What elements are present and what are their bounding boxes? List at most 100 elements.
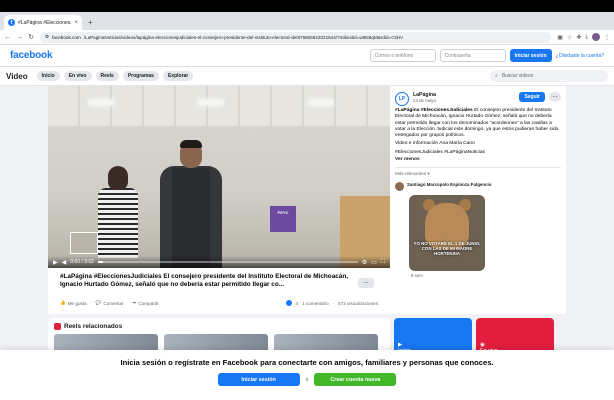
comment-sort-dropdown[interactable]: Más relevantes ▾ — [395, 171, 561, 177]
banner-or: o — [305, 376, 309, 383]
forgot-account-link[interactable]: ¿Olvidaste la cuenta? — [556, 53, 604, 59]
reload-icon[interactable]: ↻ — [28, 33, 34, 41]
description-tags[interactable]: #EleccionesJudiciales #LaPáginaNoticias — [395, 150, 561, 156]
like-label: Me gusta — [67, 300, 87, 306]
video-search-placeholder: Buscar videos — [501, 73, 534, 79]
video-stand: PEYC — [270, 206, 296, 232]
meme-text: YO NO VOTARÉ EL 1 DE JUNIO, CON LAS DE M… — [413, 241, 481, 257]
video-section-title: Video — [6, 71, 28, 81]
bookmark-star-icon[interactable]: ☆ — [567, 34, 572, 41]
video-time: 0:00 / 3:02 — [70, 259, 94, 265]
login-banner: Inicia sesión o regístrate en Facebook p… — [0, 350, 614, 400]
browser-menu-icon[interactable]: ⋮ — [604, 34, 610, 41]
browser-tab[interactable]: f #LaPágina #EleccionesJudic × — [4, 15, 82, 30]
commenter-name[interactable]: Santiago Marcopolo Espinoza Fulgencio — [407, 182, 491, 191]
translate-icon[interactable]: ▣ — [557, 34, 563, 41]
volume-icon[interactable]: ◀ — [62, 259, 67, 266]
tab-en-vivo[interactable]: En vivo — [63, 71, 92, 81]
video-subnav: Video Inicio En vivo Reels Programas Exp… — [0, 67, 614, 86]
comment-time[interactable]: 6 sem — [411, 273, 561, 278]
description-hashtags[interactable]: #LaPágina #EleccionesJudiciales — [395, 108, 473, 113]
tab-title: #LaPágina #EleccionesJudic — [18, 19, 71, 26]
stand-label: PEYC — [277, 210, 289, 215]
reels-title: Reels relacionados — [64, 323, 123, 330]
more-options-button[interactable]: ... — [549, 92, 561, 102]
reactions-count[interactable]: 4 — [296, 301, 299, 306]
login-banner-buttons: Iniciar sesión o Crear cuenta nueva — [217, 373, 397, 386]
follow-button[interactable]: Seguir — [519, 92, 545, 102]
video-lamp — [308, 100, 334, 105]
video-progress-fill — [97, 261, 104, 263]
like-icon: 👍 — [60, 300, 66, 305]
post-date[interactable]: 24 de mayo — [413, 98, 436, 103]
commenter-avatar[interactable] — [395, 182, 404, 192]
page-info: LaPágina 24 de mayo — [413, 92, 436, 103]
close-tab-icon[interactable]: × — [74, 20, 78, 26]
search-icon: ⌕ — [495, 73, 498, 79]
facebook-favicon-icon: f — [8, 19, 15, 26]
like-button[interactable]: 👍 Me gusta — [60, 300, 87, 306]
post-stats: 4 1 comentario · 572 visualizaciones — [285, 300, 378, 306]
settings-icon[interactable]: ⚙ — [362, 259, 367, 266]
reels-heading: Reels relacionados — [54, 323, 384, 330]
comment: Santiago Marcopolo Espinoza Fulgencio — [395, 182, 561, 192]
forward-icon[interactable]: → — [16, 34, 23, 41]
see-less-link[interactable]: Ver menos — [395, 157, 561, 162]
page-avatar[interactable]: LP — [395, 92, 409, 106]
url-path: /LaPaginaNoticias/videos/lapágina-elecci… — [83, 34, 404, 40]
comments-count[interactable]: 1 comentario — [302, 301, 329, 306]
video-search-input[interactable]: ⌕ Buscar videos — [490, 70, 608, 82]
header-login-button[interactable]: Iniciar sesión — [509, 49, 552, 62]
create-account-button[interactable]: Crear cuenta nueva — [314, 373, 397, 386]
stats-separator: · — [332, 300, 335, 306]
reels-icon — [54, 323, 61, 330]
video-progress-bar[interactable] — [97, 261, 358, 263]
download-icon[interactable]: ⤓ — [585, 34, 588, 41]
extensions-icon[interactable]: ✚ — [576, 34, 581, 41]
os-top-strip — [0, 0, 614, 12]
video-lamp — [198, 100, 224, 105]
video-person-man-vest — [172, 168, 210, 268]
comment-label: Comentar — [103, 300, 124, 306]
post-caption: #LaPágina #EleccionesJudiciales El conse… — [60, 273, 349, 288]
url-domain: facebook.com — [52, 34, 81, 40]
password-field[interactable]: Contraseña — [439, 49, 506, 62]
login-banner-text: Inicia sesión o regístrate en Facebook p… — [120, 358, 494, 367]
comment-button[interactable]: 💬 Comentar — [96, 300, 124, 306]
site-info-icon[interactable]: ⚙ — [45, 34, 49, 40]
share-label: Compartir — [138, 300, 159, 306]
comment-image[interactable]: YO NO VOTARÉ EL 1 DE JUNIO, CON LAS DE M… — [409, 195, 485, 272]
fullscreen-icon[interactable]: ⛶ — [381, 259, 385, 266]
header-login-form: Correo o teléfono Contraseña Iniciar ses… — [369, 49, 604, 62]
pip-icon[interactable]: ▭ — [371, 259, 377, 266]
video-post: PEYC ▶ ◀ 0:00 / 3:02 ⚙ ▭ ⛶ #LaPágina #El… — [48, 86, 390, 314]
play-icon[interactable]: ▶ — [53, 259, 58, 266]
new-tab-button[interactable]: + — [88, 18, 93, 27]
share-button[interactable]: ➦ Compartir — [133, 300, 159, 306]
browser-tabbar: f #LaPágina #EleccionesJudic × + — [0, 12, 614, 30]
tab-inicio[interactable]: Inicio — [36, 71, 60, 81]
video-player[interactable]: PEYC ▶ ◀ 0:00 / 3:02 ⚙ ▭ ⛶ — [48, 86, 390, 268]
profile-avatar[interactable] — [592, 33, 600, 41]
tab-explorar[interactable]: Explorar — [162, 71, 194, 81]
tab-programas[interactable]: Programas — [122, 71, 159, 81]
divider — [395, 167, 561, 169]
post-more-button[interactable]: ... — [358, 278, 374, 288]
back-icon[interactable]: ← — [4, 34, 11, 41]
like-reaction-icon — [285, 300, 292, 306]
post-details-panel: LP LaPágina 24 de mayo Seguir ... #LaPág… — [390, 86, 566, 314]
browser-extensions: ▣ ☆ ✚ ⤓ ⋮ — [557, 33, 610, 41]
facebook-logo[interactable]: facebook — [10, 50, 53, 61]
post-description: #LaPágina #EleccionesJudiciales El conse… — [395, 108, 561, 139]
comment-icon: 💬 — [95, 300, 102, 305]
video-controls: ▶ ◀ 0:00 / 3:02 ⚙ ▭ ⛶ — [48, 256, 390, 268]
url-field[interactable]: ⚙ facebook.com/LaPaginaNoticias/videos/l… — [40, 31, 552, 43]
video-lamp — [88, 100, 114, 105]
page-header: LP LaPágina 24 de mayo Seguir ... — [395, 92, 561, 106]
banner-login-button[interactable]: Iniciar sesión — [217, 373, 300, 386]
email-field[interactable]: Correo o teléfono — [369, 49, 436, 62]
views-count: 572 visualizaciones — [338, 300, 378, 306]
tab-reels[interactable]: Reels — [95, 71, 119, 81]
video-person-woman-head — [108, 166, 128, 190]
share-icon: ➦ — [132, 300, 137, 305]
